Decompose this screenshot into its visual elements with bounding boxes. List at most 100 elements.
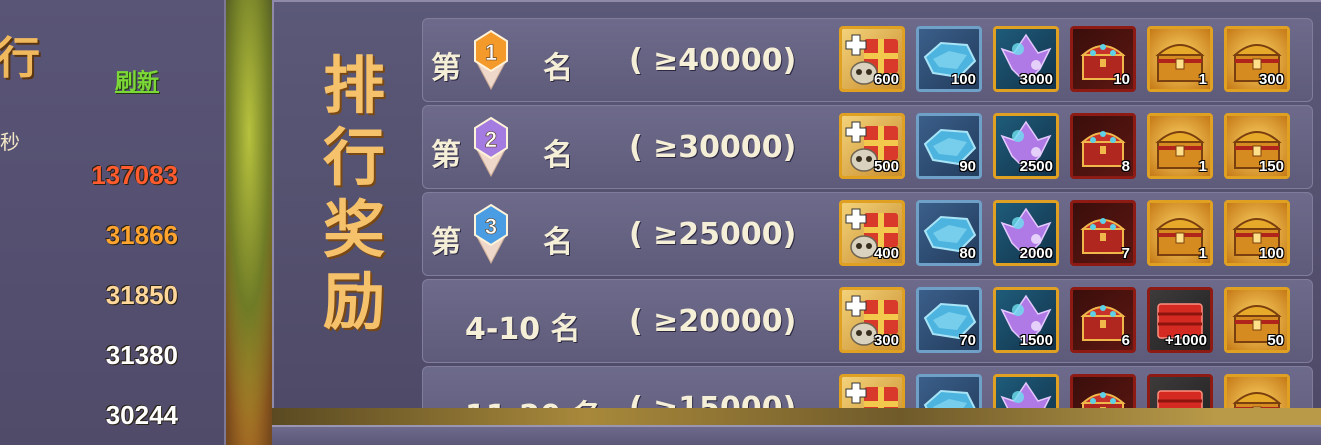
item-quantity: 2000 xyxy=(1019,245,1053,262)
item-quantity: 1 xyxy=(1198,245,1207,262)
blue-gem-icon[interactable]: 80 xyxy=(916,200,982,266)
gold-chest-icon[interactable]: 1 xyxy=(1147,113,1213,179)
red-box-icon[interactable] xyxy=(1147,374,1213,408)
gold-chest-icon[interactable]: 100 xyxy=(1224,200,1290,266)
blue-gem-icon[interactable]: 70 xyxy=(916,287,982,353)
reward-items: 600 100 3000 10 1 300 xyxy=(839,26,1290,92)
item-quantity: 80 xyxy=(959,245,976,262)
skull-gift-icon[interactable]: 500 xyxy=(839,113,905,179)
item-quantity: 8 xyxy=(1121,158,1130,175)
red-chest-icon[interactable]: 6 xyxy=(1070,287,1136,353)
gold-chest-icon[interactable]: 1 xyxy=(1147,26,1213,92)
score-threshold: ( ≥40000) xyxy=(629,43,797,78)
blue-gem-icon[interactable] xyxy=(916,374,982,408)
gold-chest-icon[interactable]: 300 xyxy=(1224,26,1290,92)
item-quantity: 100 xyxy=(950,71,976,88)
rank-range: 11-20 名 xyxy=(465,391,601,408)
rank-prefix: 第 xyxy=(431,138,461,173)
rank-suffix: 名 xyxy=(543,225,573,260)
rank-badge-icon: 2 xyxy=(474,116,508,178)
gold-chest-icon[interactable]: 50 xyxy=(1224,287,1290,353)
decorative-strip xyxy=(272,408,1321,425)
reward-row: 11-20 名 ( ≥15000) xyxy=(422,366,1313,408)
item-quantity: 70 xyxy=(959,332,976,349)
svg-text:1: 1 xyxy=(485,40,497,65)
item-quantity: 6 xyxy=(1121,332,1130,349)
title-char: 励 xyxy=(322,265,385,338)
item-quantity: 1 xyxy=(1198,71,1207,88)
item-quantity: 3000 xyxy=(1019,71,1053,88)
purple-crystal-icon[interactable] xyxy=(993,374,1059,408)
item-quantity: 7 xyxy=(1121,245,1130,262)
purple-crystal-icon[interactable]: 1500 xyxy=(993,287,1059,353)
title-char: 行 xyxy=(322,121,385,194)
red-chest-icon[interactable] xyxy=(1070,374,1136,408)
purple-crystal-icon[interactable]: 2000 xyxy=(993,200,1059,266)
skull-gift-icon[interactable]: 300 xyxy=(839,287,905,353)
item-quantity: 100 xyxy=(1258,245,1284,262)
reward-row: 4-10 名 ( ≥20000) 300 70 1500 6 +1000 50 xyxy=(422,279,1313,363)
refresh-link[interactable]: 刷新 xyxy=(115,64,159,96)
purple-crystal-icon[interactable]: 2500 xyxy=(993,113,1059,179)
skull-gift-icon[interactable]: 600 xyxy=(839,26,905,92)
title-char: 排 xyxy=(322,49,385,122)
reward-items: 300 70 1500 6 +1000 50 xyxy=(839,287,1290,353)
score-threshold: ( ≥25000) xyxy=(629,217,797,252)
rank-badge-icon: 3 xyxy=(474,203,508,265)
item-quantity: 50 xyxy=(1267,332,1284,349)
score-value: 31850 xyxy=(105,280,178,310)
score-value: 30244 xyxy=(105,400,178,430)
score-value: 137083 xyxy=(91,160,178,190)
timer-label: 秒 xyxy=(0,130,20,154)
score-threshold: ( ≥30000) xyxy=(629,130,797,165)
reward-rows: 第 1 名( ≥40000) 600 100 3000 10 1 300 第 2 名( ≥30000)… xyxy=(422,18,1313,408)
rank-rewards-panel: 排 行 奖 励 第 1 名( ≥40000) 600 100 3000 10 1 300 第 2 名(… xyxy=(272,0,1321,408)
score-threshold: ( ≥20000) xyxy=(629,304,797,339)
rank-prefix: 第 xyxy=(431,225,461,260)
reward-row: 第 3 名 ( ≥25000) 400 80 2000 7 1 100 xyxy=(422,192,1313,276)
title-char: 奖 xyxy=(322,193,385,266)
svg-text:3: 3 xyxy=(485,214,497,239)
reward-items xyxy=(839,374,1290,408)
item-quantity: 90 xyxy=(959,158,976,175)
blue-gem-icon[interactable]: 100 xyxy=(916,26,982,92)
gold-chest-icon[interactable]: 150 xyxy=(1224,113,1290,179)
item-quantity: 2500 xyxy=(1019,158,1053,175)
score-value: 31866 xyxy=(105,220,178,250)
rank-rewards-title: 排 行 奖 励 xyxy=(314,50,394,338)
skull-gift-icon[interactable] xyxy=(839,374,905,408)
item-quantity: 1 xyxy=(1198,158,1207,175)
rank-badge-icon: 1 xyxy=(474,29,508,91)
item-quantity: 400 xyxy=(873,245,899,262)
red-chest-icon[interactable]: 8 xyxy=(1070,113,1136,179)
item-quantity: 150 xyxy=(1258,158,1284,175)
red-chest-icon[interactable]: 7 xyxy=(1070,200,1136,266)
score-value: 31380 xyxy=(105,340,178,370)
bottom-panel-edge xyxy=(272,425,1321,445)
rank-prefix: 第 xyxy=(431,51,461,86)
item-quantity: 600 xyxy=(873,71,899,88)
reward-items: 500 90 2500 8 1 150 xyxy=(839,113,1290,179)
reward-row: 第 1 名( ≥40000) 600 100 3000 10 1 300 xyxy=(422,18,1313,102)
score-threshold: ( ≥15000) xyxy=(629,391,796,408)
item-quantity: 300 xyxy=(1258,71,1284,88)
rank-suffix: 名 xyxy=(543,51,573,86)
item-quantity: 300 xyxy=(873,332,899,349)
skull-gift-icon[interactable]: 400 xyxy=(839,200,905,266)
item-quantity: 10 xyxy=(1113,71,1130,88)
leaderboard-panel: 行 刷新 秒 137083 31866 31850 31380 30244 xyxy=(0,0,226,445)
red-chest-icon[interactable]: 10 xyxy=(1070,26,1136,92)
item-quantity: +1000 xyxy=(1164,332,1207,349)
svg-text:2: 2 xyxy=(485,127,497,152)
item-quantity: 500 xyxy=(873,158,899,175)
rank-suffix: 名 xyxy=(543,138,573,173)
gold-chest-icon[interactable] xyxy=(1224,374,1290,408)
purple-crystal-icon[interactable]: 3000 xyxy=(993,26,1059,92)
red-box-icon[interactable]: +1000 xyxy=(1147,287,1213,353)
item-quantity: 1500 xyxy=(1019,332,1053,349)
reward-items: 400 80 2000 7 1 100 xyxy=(839,200,1290,266)
blue-gem-icon[interactable]: 90 xyxy=(916,113,982,179)
leaderboard-title: 行 xyxy=(0,33,40,84)
gold-chest-icon[interactable]: 1 xyxy=(1147,200,1213,266)
reward-row: 第 2 名 ( ≥30000) 500 90 2500 8 1 150 xyxy=(422,105,1313,189)
